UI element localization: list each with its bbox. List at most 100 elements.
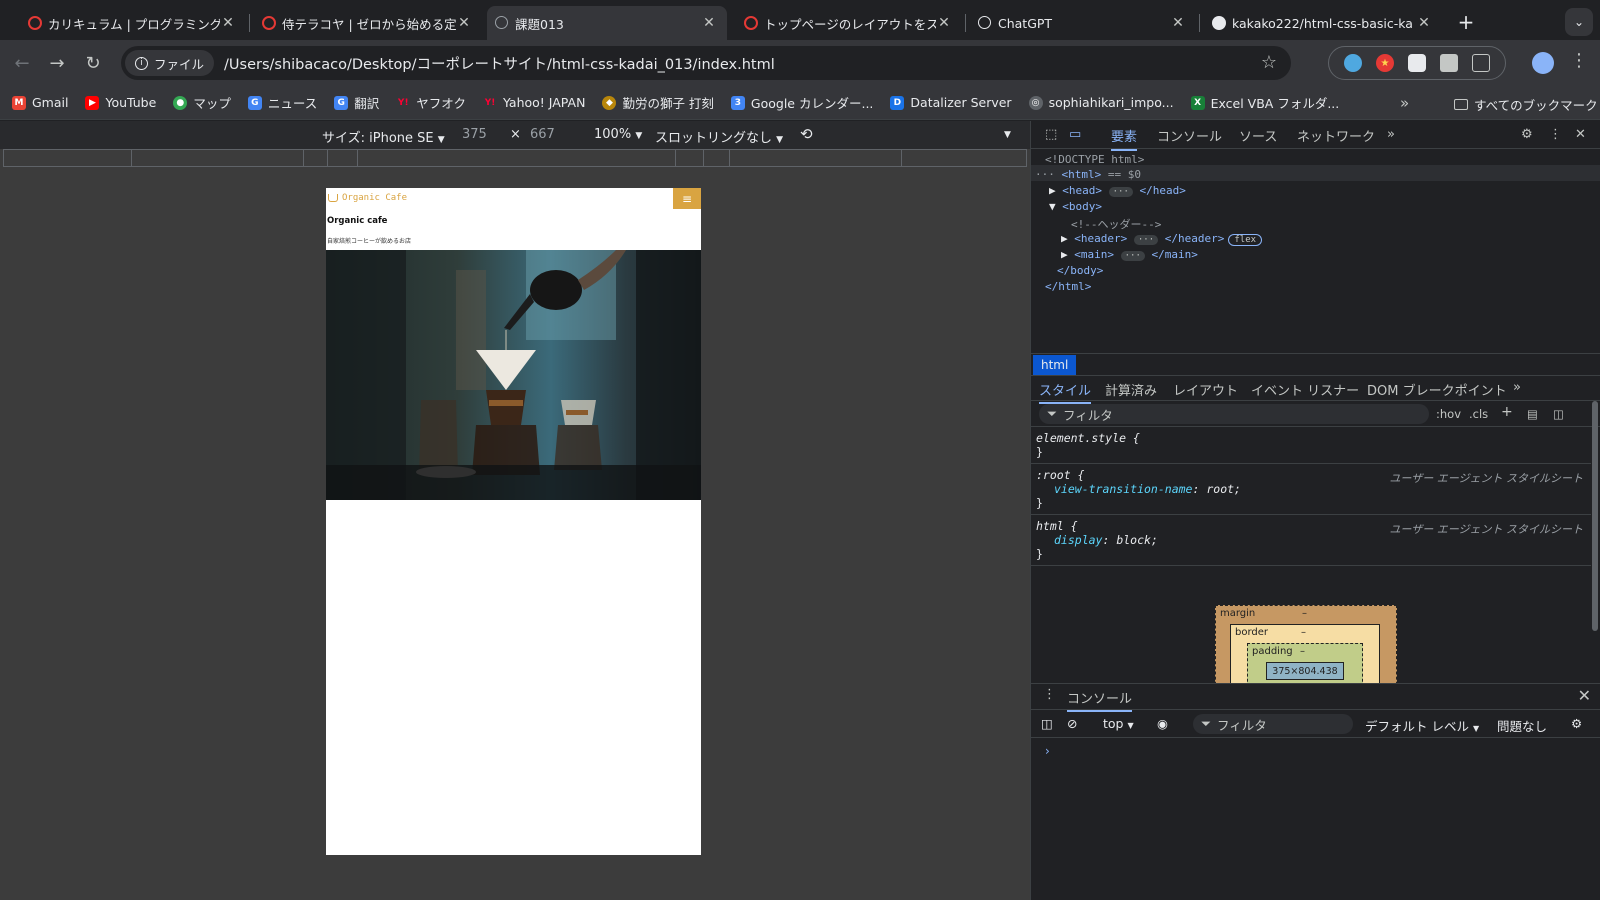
device-width-input[interactable]: 375 [462,127,487,142]
profile-avatar[interactable] [1532,52,1554,74]
content-size[interactable]: 375×804.438 [1266,662,1344,680]
expand-arrow-icon[interactable]: ▶ [1049,184,1056,197]
puzzle-icon[interactable] [1472,54,1490,72]
collapsed-badge[interactable]: ··· [1133,235,1159,245]
url-text[interactable]: /Users/shibacaco/Desktop/コーポレートサイト/html-… [214,53,775,74]
rotate-icon[interactable]: ⟲ [800,125,813,143]
tab-search-button[interactable]: ⌄ [1565,8,1593,36]
tab-computed[interactable]: 計算済み [1105,380,1157,399]
sidebar-toggle-icon[interactable]: ◫ [1553,407,1564,421]
bookmark-maps[interactable]: ● マップ [173,93,231,112]
rule-html[interactable]: html { ユーザー エージェント スタイルシート display: bloc… [1031,515,1591,566]
close-icon[interactable]: ✕ [936,15,952,31]
chevron-double-right-icon[interactable]: » [1400,94,1409,112]
tab-layout[interactable]: レイアウト [1173,380,1238,399]
close-icon[interactable]: ✕ [1170,15,1186,31]
clear-console-icon[interactable]: ⊘ [1067,716,1077,731]
tab-network[interactable]: ネットワーク [1297,126,1375,145]
address-bar[interactable]: i ファイル /Users/shibacaco/Desktop/コーポレートサイ… [121,46,1291,80]
bookmark-yahuoku[interactable]: Y! ヤフオク [396,93,466,112]
tag-html-close[interactable]: </html> [1045,280,1091,293]
search-extension-icon[interactable] [1344,54,1362,72]
bookmark-news[interactable]: G ニュース [247,93,317,112]
styles-filter-input[interactable]: ⏷ フィルタ [1039,404,1429,424]
dom-doctype[interactable]: <!DOCTYPE html> [1045,153,1144,166]
bookmark-gmail[interactable]: M Gmail [12,95,68,110]
close-icon[interactable]: ✕ [701,15,717,31]
star-extension-icon[interactable]: ★ [1376,54,1394,72]
dom-node-header[interactable]: ▶ <header> ··· </header> flex [1061,232,1263,246]
dom-node-html[interactable]: ··· <html> == $0 [1035,168,1141,181]
browser-tab[interactable]: ChatGPT ✕ [970,6,1196,40]
styles-scrollbar[interactable] [1592,401,1598,631]
more-menu-icon[interactable]: ⋮ [1570,50,1588,71]
paint-brush-icon[interactable]: ▤ [1527,407,1538,421]
device-toggle-icon[interactable]: ▭ [1069,127,1081,142]
tab-elements[interactable]: 要素 [1111,126,1138,151]
bookmark-star-icon[interactable]: ☆ [1261,52,1277,73]
tab-event-listeners[interactable]: イベント リスナー [1251,380,1359,399]
back-button[interactable]: ← [9,50,35,76]
close-icon[interactable]: ✕ [220,15,236,31]
console-settings-gear-icon[interactable]: ⚙ [1571,716,1582,731]
more-options-icon[interactable]: ⋮ [1549,127,1562,142]
drawer-tab-console[interactable]: コンソール [1067,688,1133,712]
browser-tab[interactable]: カリキュラム | プログラミング学 ✕ [20,6,246,40]
bookmark-sophiahikari[interactable]: ◎ sophiahikari_impo... [1028,95,1174,110]
tag-body-close[interactable]: </body> [1057,264,1103,277]
device-options-icon[interactable]: ▼ [1004,130,1011,140]
browser-tab[interactable]: 侍テラコヤ | ゼロから始める定額 ✕ [254,6,482,40]
bookmark-excel-vba[interactable]: X Excel VBA フォルダ... [1190,93,1339,112]
chat-extension-icon[interactable] [1408,54,1426,72]
site-info-chip[interactable]: i ファイル [125,50,215,76]
browser-tab-active[interactable]: 課題013 ✕ [487,6,727,40]
collapsed-badge[interactable]: ··· [1120,251,1145,261]
margin-top-value[interactable]: – [1302,608,1307,619]
rule-element-style[interactable]: element.style { } [1031,427,1591,464]
log-level-select[interactable]: デフォルト レベル ▼ [1365,716,1479,735]
tab-dom-breakpoints[interactable]: DOM ブレークポイント [1367,380,1507,399]
expand-arrow-icon[interactable]: ▶ [1061,232,1068,245]
bookmark-translate[interactable]: G 翻訳 [334,93,379,112]
bookmark-youtube[interactable]: ▶ YouTube [85,95,156,110]
hov-toggle[interactable]: :hov [1436,407,1461,421]
throttle-select[interactable]: スロットリングなし ▼ [655,127,783,146]
context-select[interactable]: top ▼ [1103,716,1134,731]
new-rule-plus-icon[interactable]: + [1501,404,1513,420]
reload-button[interactable]: ↻ [80,50,106,76]
print-extension-icon[interactable] [1440,54,1458,72]
dom-node-head[interactable]: ▶ <head> ··· </head> [1049,184,1186,197]
bookmark-kinrou[interactable]: ◆ 勤労の獅子 打刻 [602,93,714,112]
collapsed-badge[interactable]: ··· [1108,187,1133,197]
rule-root[interactable]: :root { ユーザー エージェント スタイルシート view-transit… [1031,464,1591,515]
dom-node-body[interactable]: ▼ <body> [1049,200,1102,213]
console-filter-input[interactable]: ⏷ フィルタ [1193,714,1353,734]
cls-toggle[interactable]: .cls [1469,407,1488,421]
more-subtabs-icon[interactable]: » [1513,380,1521,395]
more-tabs-icon[interactable]: » [1387,127,1395,142]
sidebar-toggle-icon[interactable]: ◫ [1041,716,1053,731]
border-top-value[interactable]: – [1301,627,1306,638]
inspect-element-icon[interactable]: ⬚ [1045,127,1057,142]
bookmark-calendar[interactable]: 3 Google カレンダー... [730,93,873,112]
bookmark-yahoo-japan[interactable]: Y! Yahoo! JAPAN [483,95,586,110]
eye-icon[interactable]: ◉ [1157,716,1168,731]
close-drawer-icon[interactable]: ✕ [1578,686,1591,705]
bookmark-datalizer[interactable]: D Datalizer Server [890,95,1012,110]
dom-comment[interactable]: <!--ヘッダー--> [1071,216,1161,232]
dom-node-main[interactable]: ▶ <main> ··· </main> [1061,248,1198,261]
drawer-menu-icon[interactable]: ⋮ [1043,687,1056,702]
issues-counter[interactable]: 問題なし [1497,716,1547,735]
console-prompt[interactable]: › [1045,744,1050,758]
new-tab-button[interactable]: + [1452,8,1480,36]
forward-button[interactable]: → [44,50,70,76]
close-icon[interactable]: ✕ [1416,15,1432,31]
settings-gear-icon[interactable]: ⚙ [1521,127,1533,142]
breadcrumb-html[interactable]: html [1033,355,1077,375]
media-query-ruler[interactable] [3,149,1027,167]
tab-console[interactable]: コンソール [1157,126,1222,145]
flex-badge[interactable]: flex [1228,234,1263,246]
all-bookmarks-button[interactable]: すべてのブックマーク [1454,95,1598,114]
close-icon[interactable]: ✕ [456,15,472,31]
browser-tab[interactable]: kakako222/html-css-basic-ka ✕ [1204,6,1442,40]
